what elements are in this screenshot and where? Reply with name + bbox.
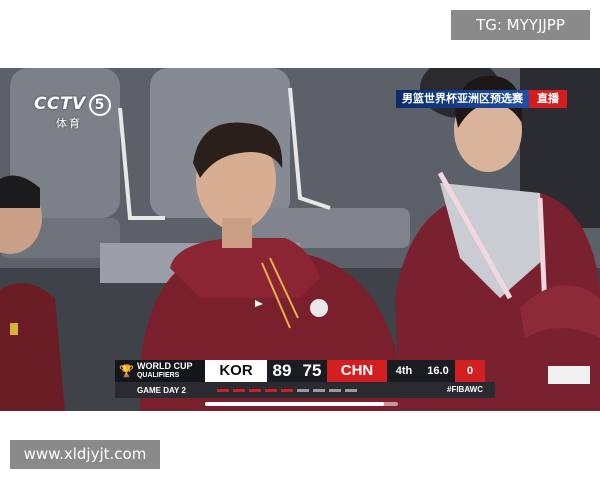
telegram-watermark: TG: MYYJJPP [451,10,590,40]
channel-logo-text: CCTV [34,94,86,114]
video-progress-bar[interactable] [205,402,398,406]
game-day-label: GAME DAY 2 [137,385,186,395]
channel-subtitle: 体育 [56,117,82,130]
game-clock: 16.0 [421,360,455,382]
website-watermark: www.xldjyjt.com [10,440,160,469]
scorebug-sub-row: GAME DAY 2 #FIBAWC [115,382,495,398]
away-team-name: CHN [327,360,387,382]
team-fouls-indicator [217,388,357,392]
cctv5-logo: CCTV 5 [34,94,111,116]
home-score: 89 [267,360,297,382]
scorebug-main-row: 🏆 WORLD CUP QUALIFIERS KOR 89 75 CHN 4th… [115,360,495,382]
trophy-icon: 🏆 [119,364,134,378]
event-line2: QUALIFIERS [136,372,180,379]
away-score: 75 [297,360,327,382]
channel-number: 5 [88,94,111,116]
home-team-name: KOR [205,360,267,382]
scorebug: 🏆 WORLD CUP QUALIFIERS KOR 89 75 CHN 4th… [115,360,495,400]
game-period: 4th [387,360,421,382]
video-progress-fill [205,402,385,406]
live-badge: 直播 [529,90,567,108]
event-line1: WORLD CUP [136,361,193,371]
event-banner: 男篮世界杯亚洲区预选赛 直播 [396,90,567,108]
fiba-hashtag: #FIBAWC [447,385,483,394]
event-title: 男篮世界杯亚洲区预选赛 [396,90,529,108]
shot-clock: 0 [455,360,485,382]
scorebug-event: 🏆 WORLD CUP QUALIFIERS [115,360,205,382]
video-player[interactable]: CCTV 5 体育 男篮世界杯亚洲区预选赛 直播 🏆 WORLD CUP QUAL… [0,68,600,411]
